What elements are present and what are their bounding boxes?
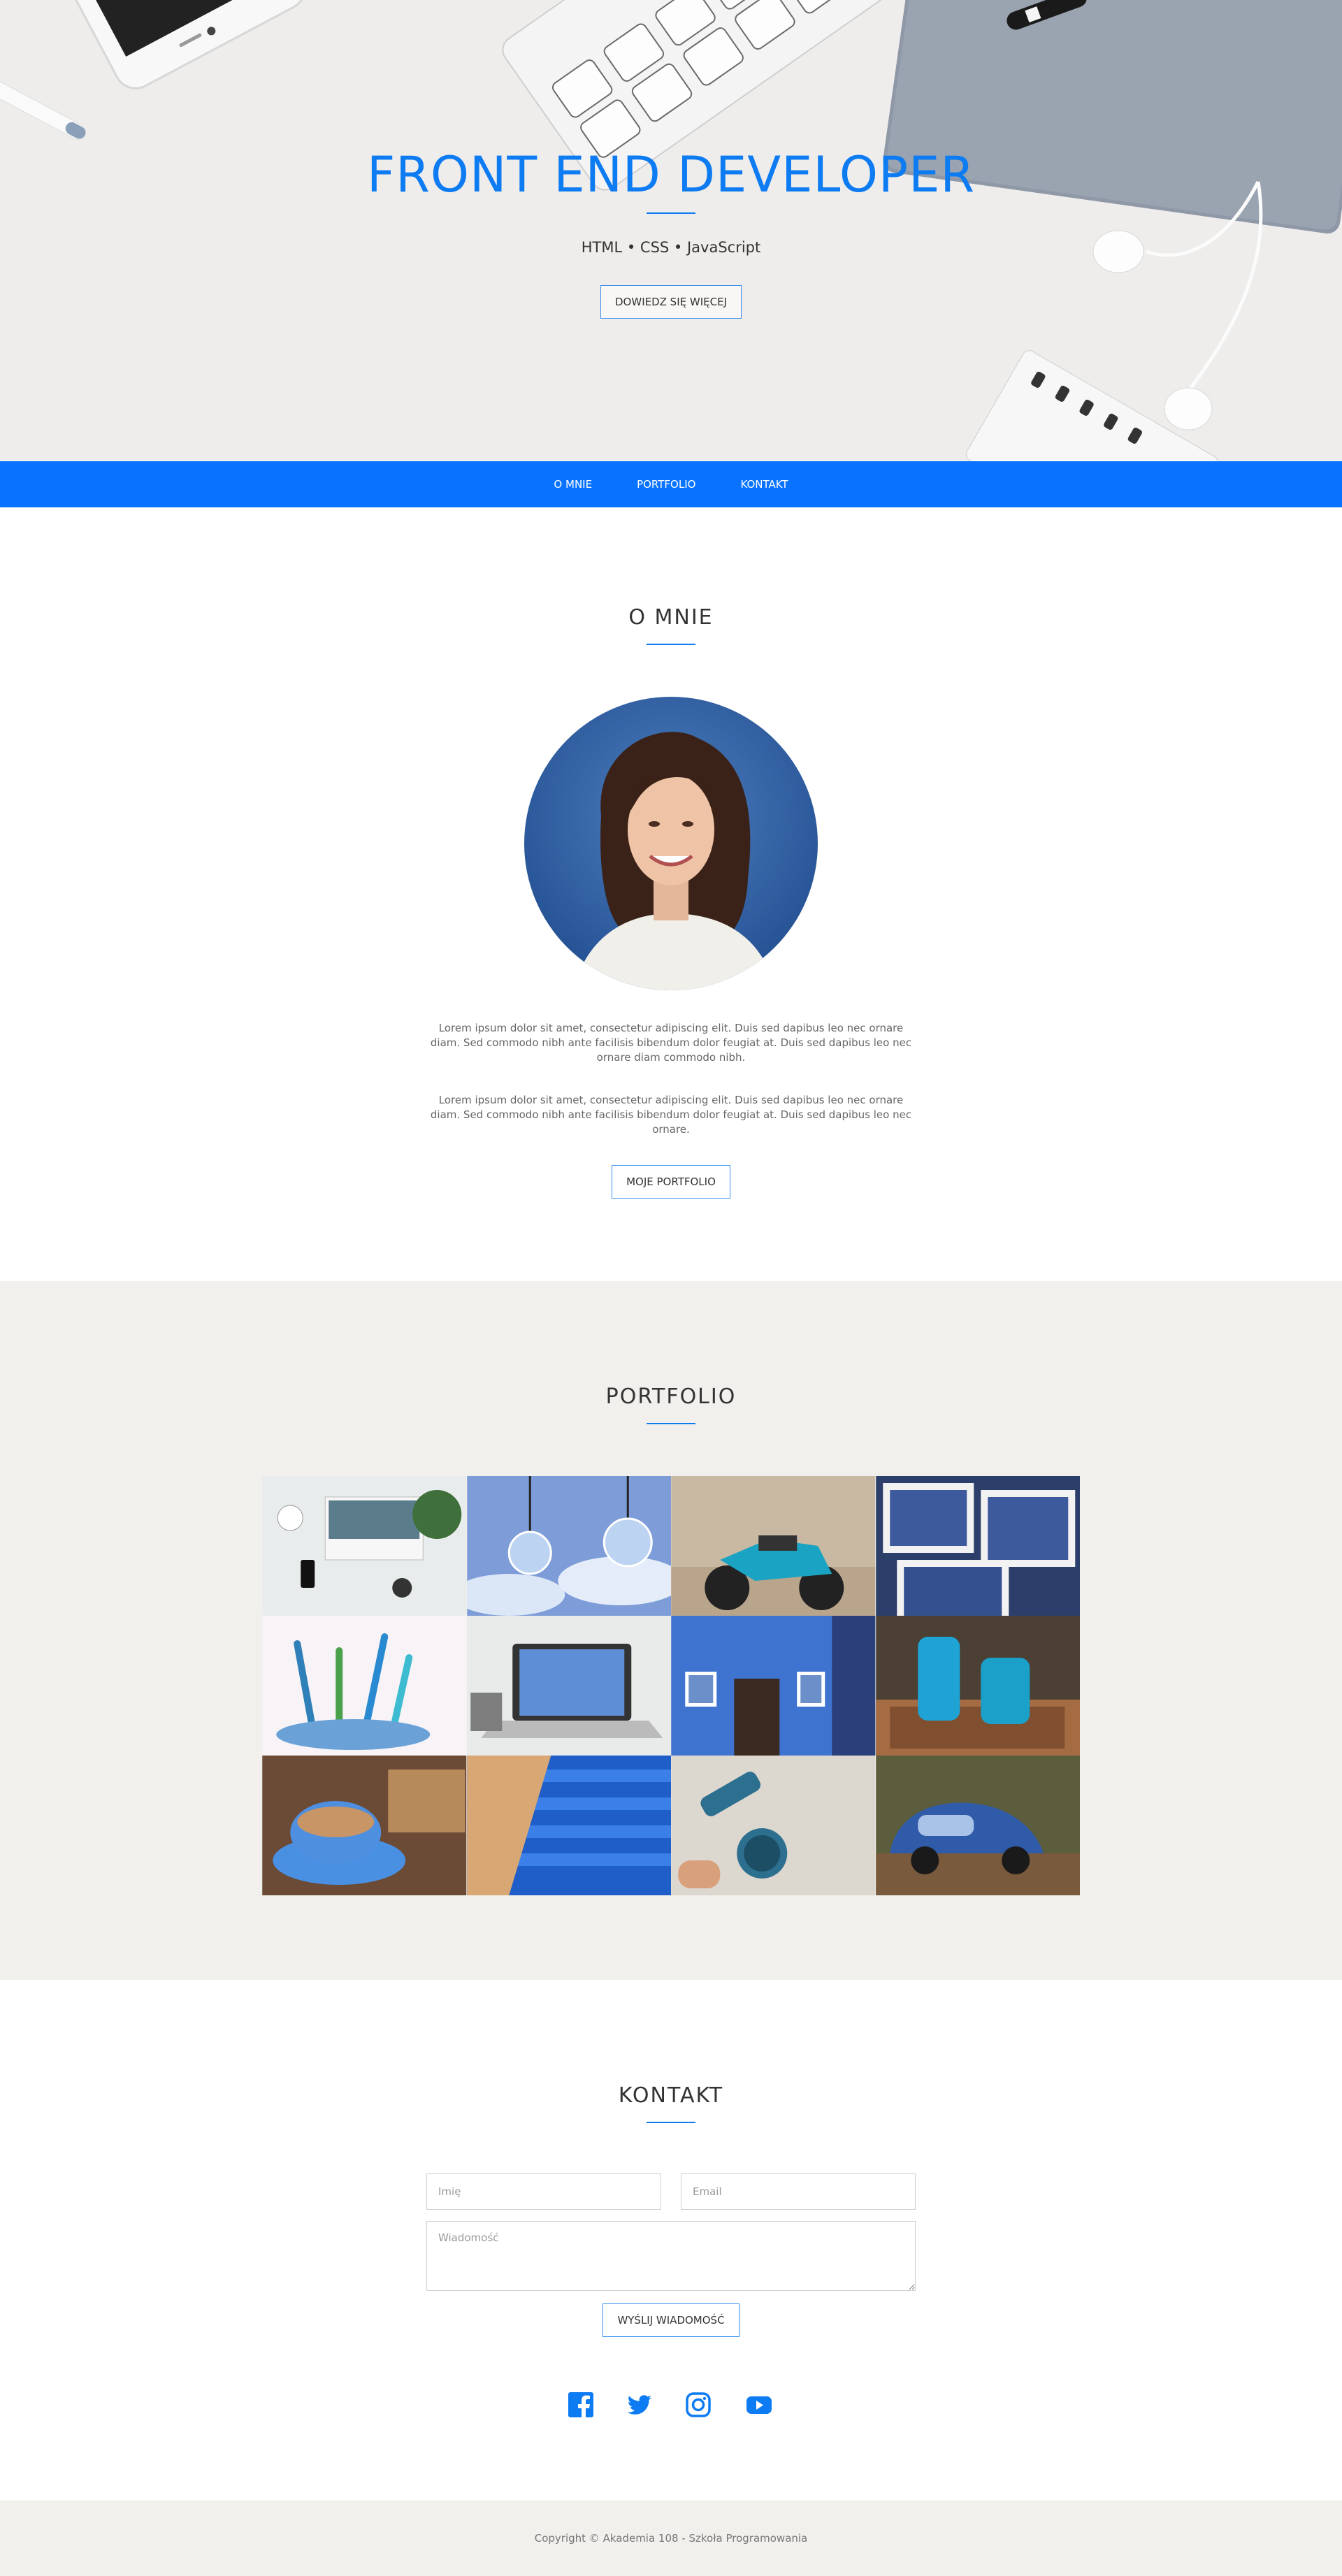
portfolio-item-light-bulbs[interactable] [466,1476,671,1616]
hero-subtitle: HTML • CSS • JavaScript [581,239,761,256]
about-section: O MNIE Lorem ipsum dolor sit amet, conse… [0,507,1342,1281]
learn-more-button[interactable]: DOWIEDZ SIĘ WIĘCEJ [600,285,742,319]
hero-title-divider [647,212,695,214]
youtube-icon[interactable] [744,2392,774,2418]
about-paragraph-2: Lorem ipsum dolor sit amet, consectetur … [430,1094,912,1136]
name-input[interactable] [426,2173,661,2210]
portfolio-item-coffee-cup[interactable] [262,1756,467,1895]
portfolio-item-laptop[interactable] [466,1616,672,1756]
copyright-text: Copyright © Akademia 108 - Szkoła Progra… [534,2532,808,2545]
portfolio-item-blue-house[interactable] [671,1616,876,1756]
portfolio-section: PORTFOLIO [0,1281,1342,1980]
contact-section: KONTAKT WYŚLIJ WIADOMOŚĆ [0,1980,1342,2501]
portfolio-title: PORTFOLIO [605,1384,737,1409]
portfolio-item-paint-roller[interactable] [671,1756,876,1895]
send-message-button[interactable]: WYŚLIJ WIADOMOŚĆ [603,2303,739,2337]
instagram-icon[interactable] [685,2392,712,2418]
contact-title: KONTAKT [618,2083,724,2108]
portfolio-grid [262,1476,1080,1895]
email-input[interactable] [681,2173,916,2210]
portfolio-item-motorcycle[interactable] [671,1476,876,1616]
nav-item-contact[interactable]: KONTAKT [740,478,788,491]
nav-item-portfolio[interactable]: PORTFOLIO [637,478,695,491]
about-title: O MNIE [628,605,714,630]
portfolio-item-pencils[interactable] [262,1616,467,1756]
contact-title-divider [647,2122,695,2123]
contact-form: WYŚLIJ WIADOMOŚĆ [426,2173,916,2337]
about-paragraph-1: Lorem ipsum dolor sit amet, consectetur … [430,1022,912,1064]
facebook-icon[interactable] [568,2392,594,2418]
portfolio-item-blueberries[interactable] [875,1476,1081,1616]
hero-title: FRONT END DEVELOPER [366,146,976,203]
avatar [524,697,818,990]
twitter-icon[interactable] [626,2392,653,2418]
contact-form-row [426,2173,916,2210]
portfolio-item-blue-car[interactable] [875,1756,1081,1895]
portfolio-title-divider [647,1423,695,1424]
footer: Copyright © Akademia 108 - Szkoła Progra… [0,2501,1342,2576]
nav-item-about[interactable]: O MNIE [554,478,592,491]
portfolio-item-glass-jars[interactable] [875,1616,1081,1756]
portfolio-item-desk-laptop[interactable] [262,1476,467,1616]
social-links [0,2392,1342,2418]
main-nav: O MNIE PORTFOLIO KONTAKT [0,461,1342,507]
portfolio-item-pencil-row[interactable] [466,1756,672,1895]
hero: FRONT END DEVELOPER HTML • CSS • JavaScr… [0,0,1342,461]
message-textarea[interactable] [426,2221,916,2291]
about-title-divider [647,644,695,645]
my-portfolio-button[interactable]: MOJE PORTFOLIO [612,1165,730,1199]
